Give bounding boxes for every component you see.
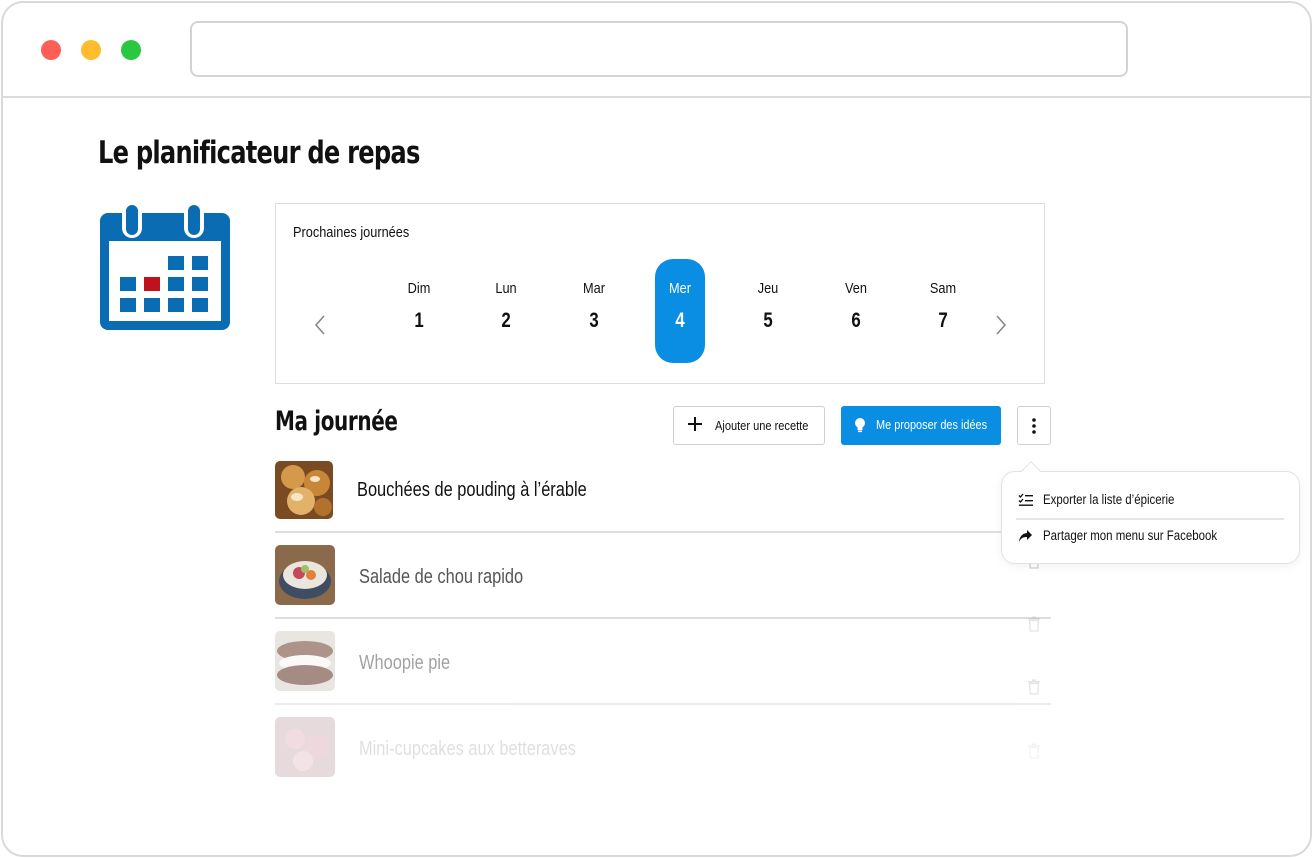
row-divider <box>275 703 1051 705</box>
day-number: 3 <box>589 309 599 332</box>
add-recipe-button[interactable]: Ajouter une recette <box>673 406 825 445</box>
day-tuesday[interactable]: Mar 3 <box>569 259 619 363</box>
trash-icon[interactable] <box>1027 616 1041 632</box>
recipe-thumbnail <box>275 545 335 605</box>
recipe-name[interactable]: Whoopie pie <box>359 652 450 675</box>
recipe-name[interactable]: Mini-cupcakes aux betteraves <box>359 738 576 761</box>
menu-divider <box>1016 518 1284 520</box>
share-facebook-item[interactable]: Partager mon menu sur Facebook <box>1016 521 1284 551</box>
recipe-row[interactable]: Bouchées de pouding à l’érable <box>275 459 1051 545</box>
checklist-icon <box>1018 493 1033 506</box>
maximize-window-button[interactable] <box>121 40 141 60</box>
day-monday[interactable]: Lun 2 <box>481 259 531 363</box>
recipe-row[interactable]: Mini-cupcakes aux betteraves <box>275 717 1051 803</box>
plus-icon <box>688 417 702 431</box>
day-picker: Prochaines journées Dim 1 Lun 2 Mar 3 Me… <box>275 203 1045 384</box>
share-arrow-icon <box>1019 530 1032 542</box>
chevron-right-icon[interactable] <box>993 312 1009 338</box>
day-name: Sam <box>929 280 957 297</box>
day-number: 1 <box>414 309 424 332</box>
trash-icon[interactable] <box>1027 743 1041 759</box>
day-sunday[interactable]: Dim 1 <box>394 259 444 363</box>
day-number: 6 <box>851 309 861 332</box>
add-recipe-label: Ajouter une recette <box>715 418 809 433</box>
browser-titlebar <box>3 3 1310 98</box>
export-grocery-list-label: Exporter la liste d’épicerie <box>1043 492 1175 507</box>
recipe-thumbnail <box>275 461 333 519</box>
options-dropdown-menu: Exporter la liste d’épicerie Partager mo… <box>1001 461 1300 564</box>
day-name: Jeu <box>757 280 779 297</box>
day-name: Ven <box>845 280 867 297</box>
day-number: 4 <box>675 309 685 332</box>
day-friday[interactable]: Ven 6 <box>831 259 881 363</box>
more-options-button[interactable] <box>1017 406 1051 445</box>
share-facebook-label: Partager mon menu sur Facebook <box>1043 528 1218 543</box>
kebab-menu-icon <box>1032 418 1036 434</box>
day-name: Lun <box>495 280 517 297</box>
day-name: Mer <box>669 280 691 297</box>
export-grocery-list-item[interactable]: Exporter la liste d’épicerie <box>1016 485 1284 515</box>
recipe-thumbnail <box>275 631 335 691</box>
address-bar[interactable] <box>190 21 1128 77</box>
suggest-ideas-button[interactable]: Me proposer des idées <box>841 406 1001 445</box>
day-number: 7 <box>938 309 948 332</box>
close-window-button[interactable] <box>41 40 61 60</box>
day-name: Dim <box>407 280 431 297</box>
day-name: Mar <box>583 280 605 297</box>
recipe-name[interactable]: Bouchées de pouding à l’érable <box>357 479 587 502</box>
day-wednesday-selected[interactable]: Mer 4 <box>655 259 705 363</box>
recipe-row[interactable]: Salade de chou rapido <box>275 545 1051 631</box>
day-number: 5 <box>763 309 773 332</box>
calendar-logo-icon <box>100 202 230 330</box>
row-divider <box>275 531 1051 533</box>
chevron-left-icon[interactable] <box>312 312 328 338</box>
suggest-ideas-label: Me proposer des idées <box>876 417 988 432</box>
day-saturday[interactable]: Sam 7 <box>918 259 968 363</box>
trash-icon[interactable] <box>1027 679 1041 695</box>
page-title: Le planificateur de repas <box>98 135 420 171</box>
lightbulb-icon <box>855 418 865 433</box>
section-title: Ma journée <box>275 406 398 437</box>
recipe-row[interactable]: Whoopie pie <box>275 616 1051 717</box>
minimize-window-button[interactable] <box>81 40 101 60</box>
recipe-name[interactable]: Salade de chou rapido <box>359 566 523 589</box>
day-number: 2 <box>501 309 511 332</box>
recipe-thumbnail <box>275 717 335 777</box>
browser-window: Le planificateur de repas Prochaines jou… <box>1 1 1312 857</box>
day-picker-caption: Prochaines journées <box>293 224 410 241</box>
row-divider <box>275 617 1051 619</box>
day-thursday[interactable]: Jeu 5 <box>743 259 793 363</box>
